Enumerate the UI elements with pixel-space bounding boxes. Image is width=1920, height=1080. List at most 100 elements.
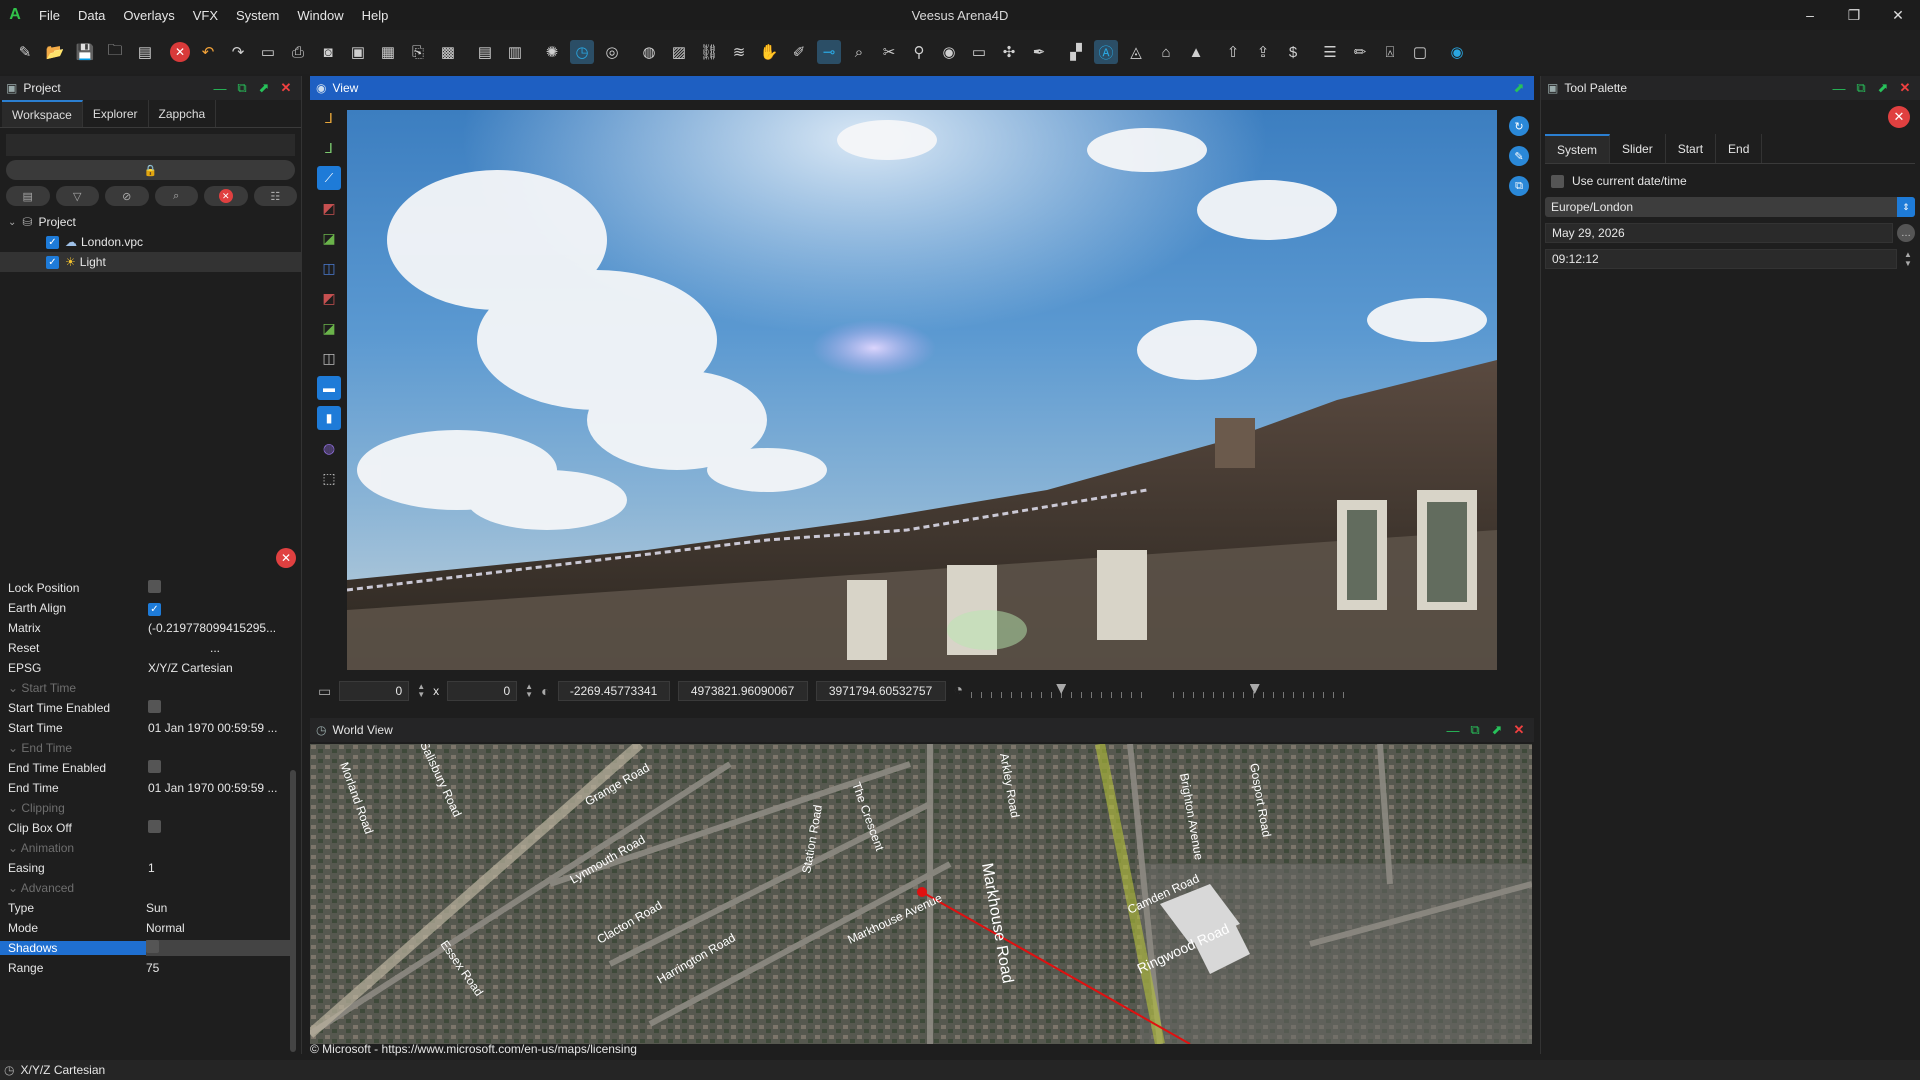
minimize-panel-icon[interactable]: — — [1828, 79, 1850, 97]
time-spinner[interactable]: ▲ ▼ — [1901, 249, 1915, 269]
film-icon[interactable]: ▦ — [376, 40, 400, 64]
maximize-view-icon[interactable]: ⬈ — [1508, 79, 1530, 97]
settings-button[interactable]: ☷ — [253, 186, 297, 206]
coord-x-field[interactable]: -2269.45773341 — [557, 681, 670, 701]
cube-green-icon[interactable]: ◪ — [317, 226, 341, 250]
menu-help[interactable]: Help — [353, 8, 398, 23]
3d-viewport[interactable] — [347, 110, 1497, 670]
group-animation[interactable]: ⌄ Animation — [0, 838, 290, 858]
menu-system[interactable]: System — [227, 8, 288, 23]
time-field[interactable]: 09:12:12 — [1545, 249, 1897, 269]
camera-icon[interactable]: ◙ — [316, 40, 340, 64]
height-spinner[interactable]: ▲ ▼ — [525, 683, 533, 699]
vertical-slice-icon[interactable]: ▮ — [317, 406, 341, 430]
target-icon[interactable]: ◎ — [600, 40, 624, 64]
maximize-panel-icon[interactable]: ⬈ — [1486, 721, 1508, 739]
end-time-value[interactable]: 01 Jan 1970 00:59:59 ... — [148, 781, 290, 795]
new-icon[interactable]: ✎ — [13, 40, 37, 64]
menu-file[interactable]: File — [30, 8, 69, 23]
camera-position-marker[interactable] — [917, 887, 927, 897]
layers-icon[interactable]: ≋ — [727, 40, 751, 64]
maximize-panel-icon[interactable]: ⬈ — [253, 79, 275, 97]
doc-icon[interactable]: ▭ — [256, 40, 280, 64]
link-icon[interactable]: ⛓ — [697, 40, 721, 64]
dollar-icon[interactable]: $ — [1281, 40, 1305, 64]
tree-root[interactable]: ⌄ ⛁ Project — [0, 212, 301, 232]
satellite-map[interactable]: Grange Road Lynmouth Road Clacton Road H… — [310, 744, 1532, 1044]
menu-window[interactable]: Window — [288, 8, 352, 23]
menu-data[interactable]: Data — [69, 8, 114, 23]
mode-value[interactable]: Normal — [146, 921, 290, 935]
shadows-checkbox[interactable] — [146, 940, 159, 953]
clock-icon[interactable]: ◷ — [570, 40, 594, 64]
lock-position-checkbox[interactable] — [148, 580, 161, 593]
group-end-time[interactable]: ⌄ End Time — [0, 738, 290, 758]
close-properties-icon[interactable]: ✕ — [276, 548, 296, 568]
open-icon[interactable]: 📂 — [43, 40, 67, 64]
menu-overlays[interactable]: Overlays — [114, 8, 183, 23]
group-advanced[interactable]: ⌄ Advanced — [0, 878, 290, 898]
earth-align-checkbox[interactable]: ✓ — [148, 602, 161, 616]
zoom-button[interactable]: ⌕ — [154, 186, 198, 206]
measure-icon[interactable]: ⟋ — [317, 166, 341, 190]
float-panel-icon[interactable]: ⧉ — [1850, 79, 1872, 97]
date-field[interactable]: May 29, 2026 — [1545, 223, 1893, 243]
sphere-icon[interactable]: ◍ — [637, 40, 661, 64]
minimize-panel-icon[interactable]: — — [209, 79, 231, 97]
coord-y-field[interactable]: 4973821.96090067 — [677, 681, 808, 701]
external-edit-icon[interactable]: ⧉ — [1509, 176, 1529, 196]
timezone-select[interactable]: Europe/London ⇕ — [1545, 197, 1915, 217]
mouse-icon[interactable]: ⍓ — [1378, 40, 1402, 64]
minimize-panel-icon[interactable]: — — [1442, 721, 1464, 739]
edit-icon[interactable]: ✎ — [1509, 146, 1529, 166]
undo-icon[interactable]: ↶ — [196, 40, 220, 64]
tab-slider[interactable]: Slider — [1610, 134, 1666, 163]
brush-icon[interactable]: ✐ — [787, 40, 811, 64]
height-input[interactable]: 0 — [447, 681, 518, 701]
reset-button[interactable]: ... — [148, 641, 290, 655]
tape-icon[interactable]: ⊸ — [817, 40, 841, 64]
coord-z-field[interactable]: 3971794.60532757 — [815, 681, 946, 701]
width-spinner[interactable]: ▲ ▼ — [417, 683, 425, 699]
map-attribution[interactable]: © Microsoft - https://www.microsoft.com/… — [310, 1042, 637, 1056]
arrow-up-icon[interactable]: ⇧ — [1221, 40, 1245, 64]
start-time-enabled-checkbox[interactable] — [148, 700, 161, 713]
box-3d-icon[interactable]: ⬚ — [317, 466, 341, 490]
tab-explorer[interactable]: Explorer — [83, 100, 149, 127]
close-panel-icon[interactable]: ✕ — [1894, 79, 1916, 97]
up-icon[interactable]: ▲ — [1184, 40, 1208, 64]
search-bar[interactable] — [6, 134, 295, 156]
horizontal-slice-icon[interactable]: ▬ — [317, 376, 341, 400]
delete-button[interactable]: ✕ — [204, 186, 248, 206]
sphere-lines-icon[interactable]: ◍ — [317, 436, 341, 460]
start-time-value[interactable]: 01 Jan 1970 00:59:59 ... — [148, 721, 290, 735]
tree-item-london[interactable]: ✓ ☁ London.vpc — [0, 232, 301, 252]
database-button[interactable]: ▤ — [6, 186, 50, 206]
record-icon[interactable]: ◉ — [937, 40, 961, 64]
close-window-button[interactable]: ✕ — [1876, 0, 1920, 30]
date-picker-button[interactable]: … — [1897, 224, 1915, 242]
speed-icon[interactable]: ◔ — [954, 682, 964, 700]
home-icon[interactable]: ⌂ — [1154, 40, 1178, 64]
box-icon[interactable]: ▭ — [967, 40, 991, 64]
cube-red-icon[interactable]: ◩ — [317, 196, 341, 220]
london-checkbox[interactable]: ✓ — [46, 235, 59, 249]
group-clipping[interactable]: ⌄ Clipping — [0, 798, 290, 818]
nav-icon[interactable]: ◬ — [1124, 40, 1148, 64]
fov-slider[interactable] — [1173, 684, 1354, 698]
maximize-panel-icon[interactable]: ⬈ — [1872, 79, 1894, 97]
close-panel-icon[interactable]: ✕ — [275, 79, 297, 97]
print-icon[interactable]: ⎙ — [286, 40, 310, 64]
list-icon[interactable]: ☰ — [1318, 40, 1342, 64]
refresh-icon[interactable]: ↻ — [1509, 116, 1529, 136]
blocks-icon[interactable]: ▞ — [1064, 40, 1088, 64]
clear-filter-button[interactable]: ⊘ — [105, 186, 149, 206]
picture-icon[interactable]: ▨ — [667, 40, 691, 64]
tab-end[interactable]: End — [1716, 134, 1763, 163]
save-icon[interactable]: 💾 — [73, 40, 97, 64]
cube-outline-icon[interactable]: ◩ — [317, 286, 341, 310]
zoom-icon[interactable]: ⌕ — [847, 40, 871, 64]
tab-system[interactable]: System — [1545, 134, 1611, 163]
stop-icon[interactable]: ✕ — [170, 42, 190, 62]
eye-icon[interactable]: ◉ — [1445, 40, 1469, 64]
